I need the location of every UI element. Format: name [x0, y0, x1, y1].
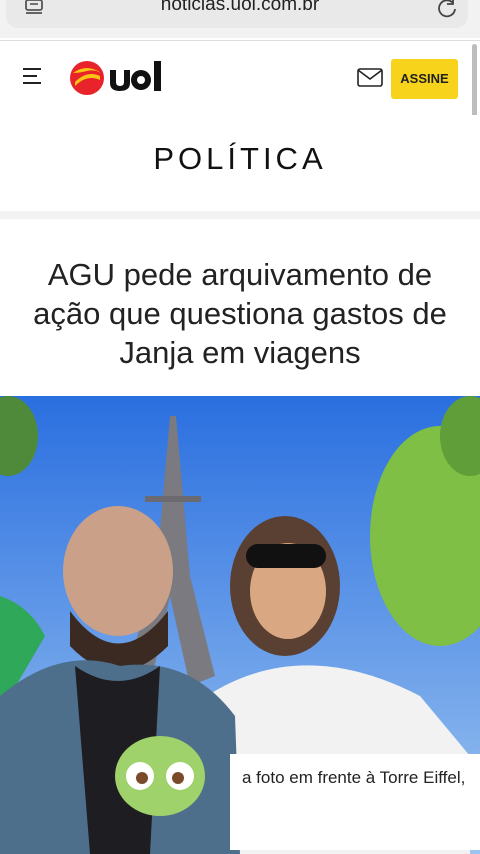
section-bar: POLÍTICA [0, 115, 480, 212]
site-header: ASSINE [0, 40, 480, 116]
article-photo[interactable]: a foto em frente à Torre Eiffel, [0, 396, 480, 854]
article-headline: AGU pede arquivamento de ação que questi… [33, 257, 447, 370]
section-divider [0, 211, 480, 219]
photo-caption: a foto em frente à Torre Eiffel, [230, 754, 480, 850]
subscribe-button[interactable]: ASSINE [391, 59, 458, 99]
section-title[interactable]: POLÍTICA [0, 141, 480, 177]
mail-icon[interactable] [357, 68, 383, 87]
reload-icon[interactable] [436, 0, 458, 19]
menu-icon[interactable] [23, 68, 43, 86]
url-text[interactable]: noticias.uol.com.br [0, 0, 480, 16]
uol-logo[interactable] [70, 58, 170, 98]
browser-address-bar: noticias.uol.com.br [0, 0, 480, 38]
photo-caption-text: a foto em frente à Torre Eiffel, [242, 768, 466, 787]
